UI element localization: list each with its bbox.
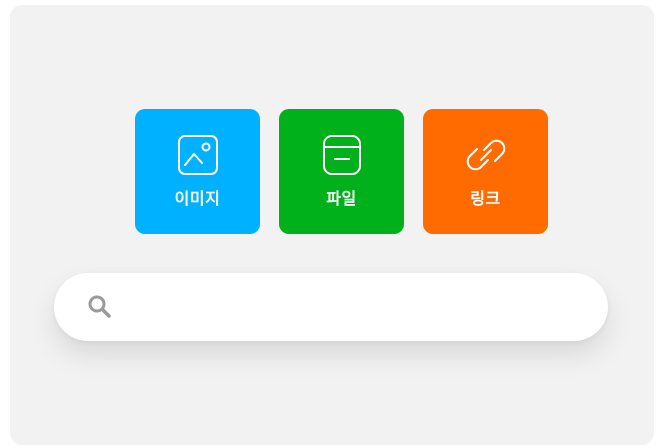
attachment-panel: 이미지 파일 링크 xyxy=(10,5,654,445)
file-tile-button[interactable]: 파일 xyxy=(279,109,404,234)
image-tile-button[interactable]: 이미지 xyxy=(135,109,260,234)
file-icon xyxy=(322,135,361,175)
link-tile-button[interactable]: 링크 xyxy=(423,109,548,234)
image-icon xyxy=(177,135,218,175)
search-input[interactable] xyxy=(126,286,574,328)
link-tile-label: 링크 xyxy=(470,189,501,208)
search-icon xyxy=(88,295,111,318)
link-icon xyxy=(466,139,505,171)
search-bar[interactable] xyxy=(54,273,608,341)
file-tile-label: 파일 xyxy=(326,189,357,208)
image-tile-label: 이미지 xyxy=(174,189,221,208)
